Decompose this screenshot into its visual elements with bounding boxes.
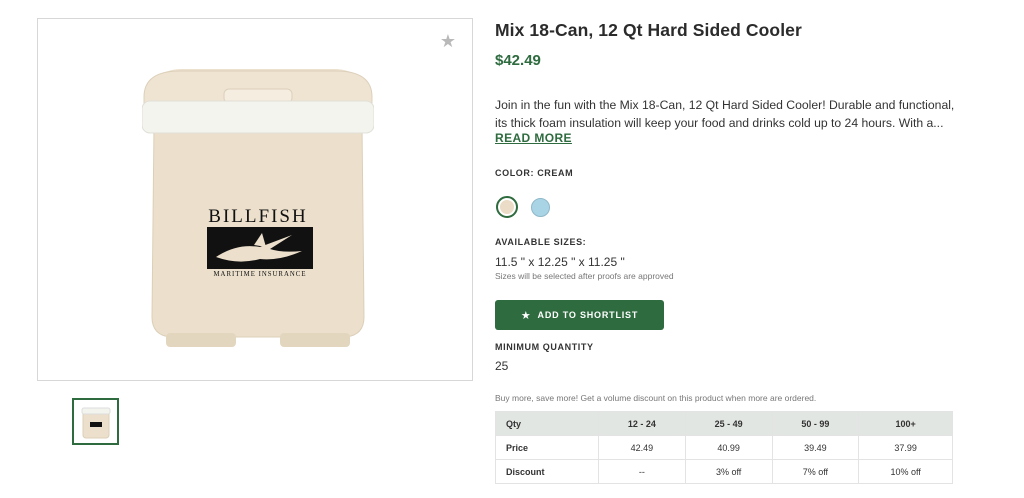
favorite-star-icon[interactable]: ★ — [439, 32, 457, 50]
pricing-cell: 10% off — [858, 459, 953, 484]
brand-tagline: MARITIME INSURANCE — [214, 271, 307, 278]
star-icon: ★ — [520, 309, 532, 322]
color-swatch-light-blue[interactable] — [531, 198, 550, 217]
product-title: Mix 18-Can, 12 Qt Hard Sided Cooler — [495, 20, 802, 40]
pricing-cell: 7% off — [771, 459, 860, 484]
pricing-cell: 40.99 — [684, 435, 773, 460]
pricing-header-cell: 100+ — [858, 411, 953, 436]
brand-text: BILLFISH — [208, 206, 307, 227]
pricing-cell: 42.49 — [598, 435, 686, 460]
pricing-cell: -- — [598, 459, 686, 484]
sizes-label: AVAILABLE SIZES: — [495, 237, 587, 247]
color-swatch-cream[interactable] — [496, 196, 518, 218]
product-thumbnail[interactable] — [72, 398, 119, 445]
pricing-header-row: Qty 12 - 24 25 - 49 50 - 99 100+ — [495, 411, 953, 436]
shortlist-label: ADD TO SHORTLIST — [537, 310, 639, 320]
pricing-table: Qty 12 - 24 25 - 49 50 - 99 100+ Price 4… — [495, 411, 953, 484]
thumbnail-cooler-icon — [81, 407, 111, 439]
product-description: Join in the fun with the Mix 18-Can, 12 … — [495, 98, 955, 130]
pricing-row-discount: Discount -- 3% off 7% off 10% off — [495, 459, 953, 484]
pricing-cell: 37.99 — [858, 435, 953, 460]
sizes-value: 11.5 " x 12.25 " x 11.25 " — [495, 255, 625, 269]
pricing-header-cell: 50 - 99 — [771, 411, 860, 436]
pricing-cell: 39.49 — [771, 435, 860, 460]
color-label: COLOR: CREAM — [495, 168, 574, 178]
pricing-cell: Discount — [495, 459, 599, 484]
product-image-frame: BILLFISH MARITIME INSURANCE — [37, 18, 473, 381]
minimum-quantity-label: MINIMUM QUANTITY — [495, 342, 594, 352]
add-to-shortlist-button[interactable]: ★ ADD TO SHORTLIST — [495, 300, 664, 330]
pricing-header-cell: 12 - 24 — [598, 411, 686, 436]
sizes-note: Sizes will be selected after proofs are … — [495, 271, 674, 281]
pricing-header-cell: Qty — [495, 411, 599, 436]
pricing-row-price: Price 42.49 40.99 39.49 37.99 — [495, 435, 953, 460]
pricing-cell: 3% off — [684, 459, 773, 484]
cooler-product-image: BILLFISH MARITIME INSURANCE — [142, 69, 374, 347]
pricing-header-cell: 25 - 49 — [684, 411, 773, 436]
product-price: $42.49 — [495, 52, 541, 69]
pricing-cell: Price — [495, 435, 599, 460]
volume-discount-note: Buy more, save more! Get a volume discou… — [495, 393, 817, 403]
read-more-link[interactable]: READ MORE — [495, 131, 572, 145]
minimum-quantity-value: 25 — [495, 359, 509, 373]
